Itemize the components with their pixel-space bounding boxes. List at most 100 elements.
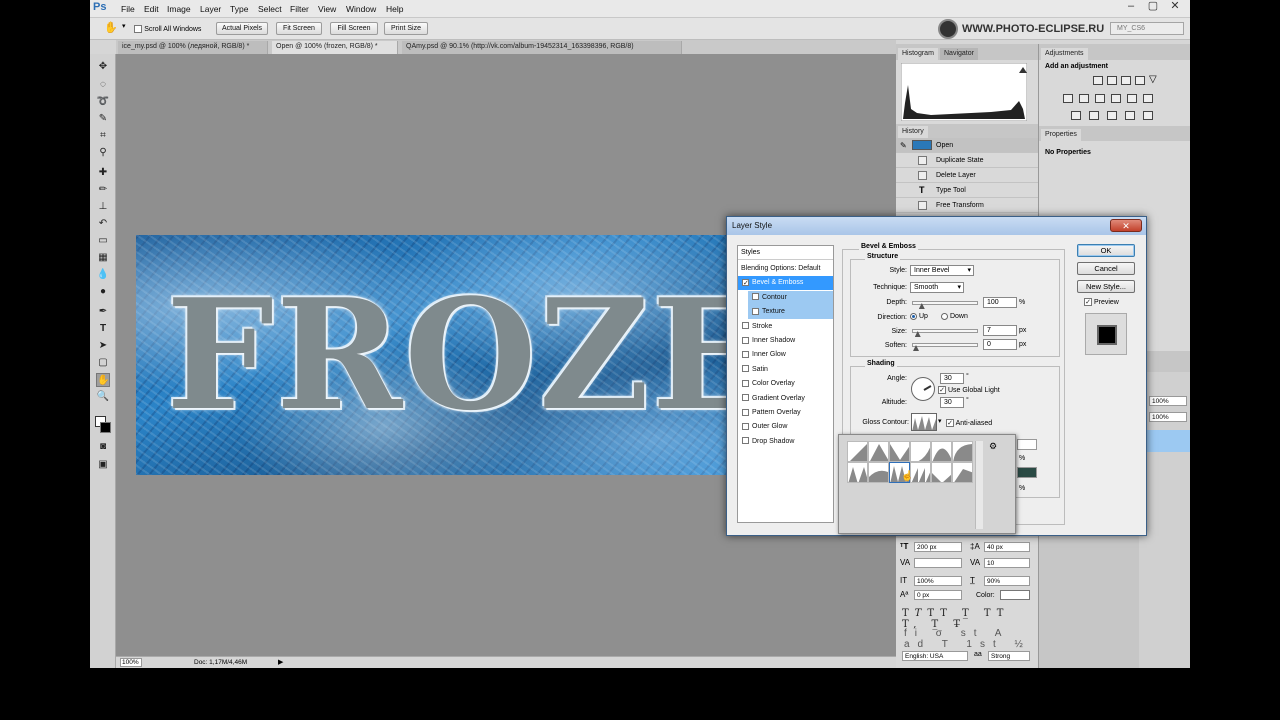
contour-preset[interactable] xyxy=(868,462,889,483)
levels-icon[interactable] xyxy=(1107,76,1117,85)
channel-mixer-icon[interactable] xyxy=(1127,94,1137,103)
style-item[interactable]: Color Overlay xyxy=(738,377,833,391)
menu-filter[interactable]: Filter xyxy=(290,4,309,14)
use-global-light[interactable]: Use Global Light xyxy=(938,386,1000,394)
fill-screen-button[interactable]: Fill Screen xyxy=(330,22,378,35)
style-checkbox[interactable] xyxy=(742,336,749,344)
contour-preset[interactable] xyxy=(910,441,931,462)
style-item[interactable]: Texture xyxy=(748,305,833,320)
baseline-field[interactable]: 0 px xyxy=(914,590,962,600)
history-state-open[interactable]: ✎ Open xyxy=(896,138,1038,153)
angle-wheel[interactable] xyxy=(911,377,935,401)
brightness-icon[interactable] xyxy=(1093,76,1103,85)
style-checkbox[interactable] xyxy=(742,437,749,445)
contour-preset[interactable] xyxy=(931,441,952,462)
tab-history[interactable]: History xyxy=(898,126,928,138)
style-checkbox[interactable] xyxy=(742,365,749,373)
cancel-button[interactable]: Cancel xyxy=(1077,262,1135,275)
style-item[interactable]: Blending Options: Default xyxy=(738,262,833,276)
crop-tool-icon[interactable]: ⌗ xyxy=(96,129,110,143)
quick-mask-icon[interactable]: ◙ xyxy=(96,440,110,454)
eraser-icon[interactable]: ▭ xyxy=(96,234,110,248)
technique-select[interactable]: Smooth xyxy=(910,282,964,293)
minimize-icon[interactable]: – xyxy=(1120,0,1142,14)
shadow-color-swatch[interactable] xyxy=(1017,467,1037,478)
scroll-all-windows[interactable]: Scroll All Windows xyxy=(134,24,201,33)
direction-down[interactable]: Down xyxy=(941,313,968,320)
style-item[interactable]: Pattern Overlay xyxy=(738,406,833,420)
contour-preset[interactable] xyxy=(847,462,868,483)
use-global-light-checkbox[interactable] xyxy=(938,386,946,394)
altitude-field[interactable]: 30 xyxy=(940,397,964,408)
fill-field[interactable]: 100% xyxy=(1149,412,1187,422)
anti-aliased-checkbox[interactable] xyxy=(946,419,954,427)
maximize-icon[interactable]: ▢ xyxy=(1142,0,1164,14)
soften-slider[interactable] xyxy=(912,343,978,351)
contour-settings-gear-icon[interactable]: ⚙ xyxy=(989,441,997,452)
style-checkbox[interactable] xyxy=(742,322,749,330)
style-item[interactable]: Drop Shadow xyxy=(738,435,833,449)
new-style-button[interactable]: New Style... xyxy=(1077,280,1135,293)
zoom-level[interactable]: 100% xyxy=(120,658,142,667)
anti-aliased[interactable]: Anti-aliased xyxy=(946,419,992,427)
tab-adjustments[interactable]: Adjustments xyxy=(1041,48,1088,60)
hand-tool-icon[interactable]: ✋ xyxy=(104,21,118,34)
style-item[interactable]: Inner Glow xyxy=(738,348,833,362)
tab-open-frozen[interactable]: Open @ 100% (frozen, RGB/8) * xyxy=(272,41,398,54)
menu-window[interactable]: Window xyxy=(346,4,376,14)
close-icon[interactable]: ✕ xyxy=(1164,0,1186,14)
fit-screen-button[interactable]: Fit Screen xyxy=(276,22,322,35)
style-checkbox[interactable] xyxy=(742,394,749,402)
menu-layer[interactable]: Layer xyxy=(200,4,221,14)
style-checkbox[interactable] xyxy=(742,351,749,359)
language-select[interactable]: English: USA xyxy=(902,651,968,661)
antialias-select[interactable]: Strong xyxy=(988,651,1030,661)
background-color-swatch[interactable] xyxy=(100,422,111,433)
brush-tool-icon[interactable]: ✏ xyxy=(96,183,110,197)
menu-view[interactable]: View xyxy=(318,4,336,14)
print-size-button[interactable]: Print Size xyxy=(384,22,428,35)
zoom-tool-icon[interactable]: 🔍 xyxy=(96,390,110,404)
tab-qamy[interactable]: QAmy.psd @ 90.1% (http://vk.com/album-19… xyxy=(402,41,682,54)
exposure-icon[interactable] xyxy=(1135,76,1145,85)
contour-preset[interactable] xyxy=(952,462,973,483)
vertical-scale-field[interactable]: 100% xyxy=(914,576,962,586)
invert-icon[interactable] xyxy=(1071,111,1081,120)
style-item[interactable]: Contour xyxy=(748,290,833,305)
tab-histogram[interactable]: Histogram xyxy=(898,48,938,60)
tab-properties[interactable]: Properties xyxy=(1041,129,1081,141)
style-item[interactable]: Stroke xyxy=(738,320,833,334)
pen-tool-icon[interactable]: ✒ xyxy=(96,305,110,319)
history-brush-icon[interactable]: ↶ xyxy=(96,217,110,231)
font-size-field[interactable]: 200 px xyxy=(914,542,962,552)
style-checkbox[interactable] xyxy=(742,408,749,416)
style-checkbox[interactable] xyxy=(742,379,749,387)
direction-up[interactable]: Up xyxy=(910,313,928,320)
style-checkbox[interactable] xyxy=(752,307,759,315)
contour-scrollbar[interactable] xyxy=(975,441,983,529)
size-slider[interactable] xyxy=(912,329,978,337)
text-color-swatch[interactable] xyxy=(1000,590,1030,600)
color-balance-icon[interactable] xyxy=(1079,94,1089,103)
menu-file[interactable]: File xyxy=(121,4,135,14)
opentype-buttons[interactable]: fi σ st A ad T 1st ½ xyxy=(904,628,1034,650)
actual-pixels-button[interactable]: Actual Pixels xyxy=(216,22,268,35)
style-item[interactable]: Outer Glow xyxy=(738,420,833,434)
style-item[interactable]: Satin xyxy=(738,363,833,377)
depth-slider[interactable] xyxy=(912,301,978,309)
style-checkbox[interactable] xyxy=(742,279,749,287)
menu-edit[interactable]: Edit xyxy=(144,4,159,14)
hue-saturation-icon[interactable] xyxy=(1063,94,1073,103)
menu-select[interactable]: Select xyxy=(258,4,282,14)
dialog-close-button[interactable]: ✕ xyxy=(1110,219,1142,232)
dodge-tool-icon[interactable]: ● xyxy=(96,285,110,299)
history-state-type[interactable]: T Type Tool xyxy=(896,183,1038,198)
horizontal-scale-field[interactable]: 90% xyxy=(984,576,1030,586)
scroll-all-checkbox[interactable] xyxy=(134,24,142,33)
menu-image[interactable]: Image xyxy=(167,4,191,14)
history-state-transform[interactable]: Free Transform xyxy=(896,198,1038,213)
soften-field[interactable]: 0 xyxy=(983,339,1017,350)
history-brush-source-icon[interactable]: ✎ xyxy=(900,138,907,153)
menu-type[interactable]: Type xyxy=(230,4,248,14)
move-tool-icon[interactable]: ✥ xyxy=(96,60,110,74)
